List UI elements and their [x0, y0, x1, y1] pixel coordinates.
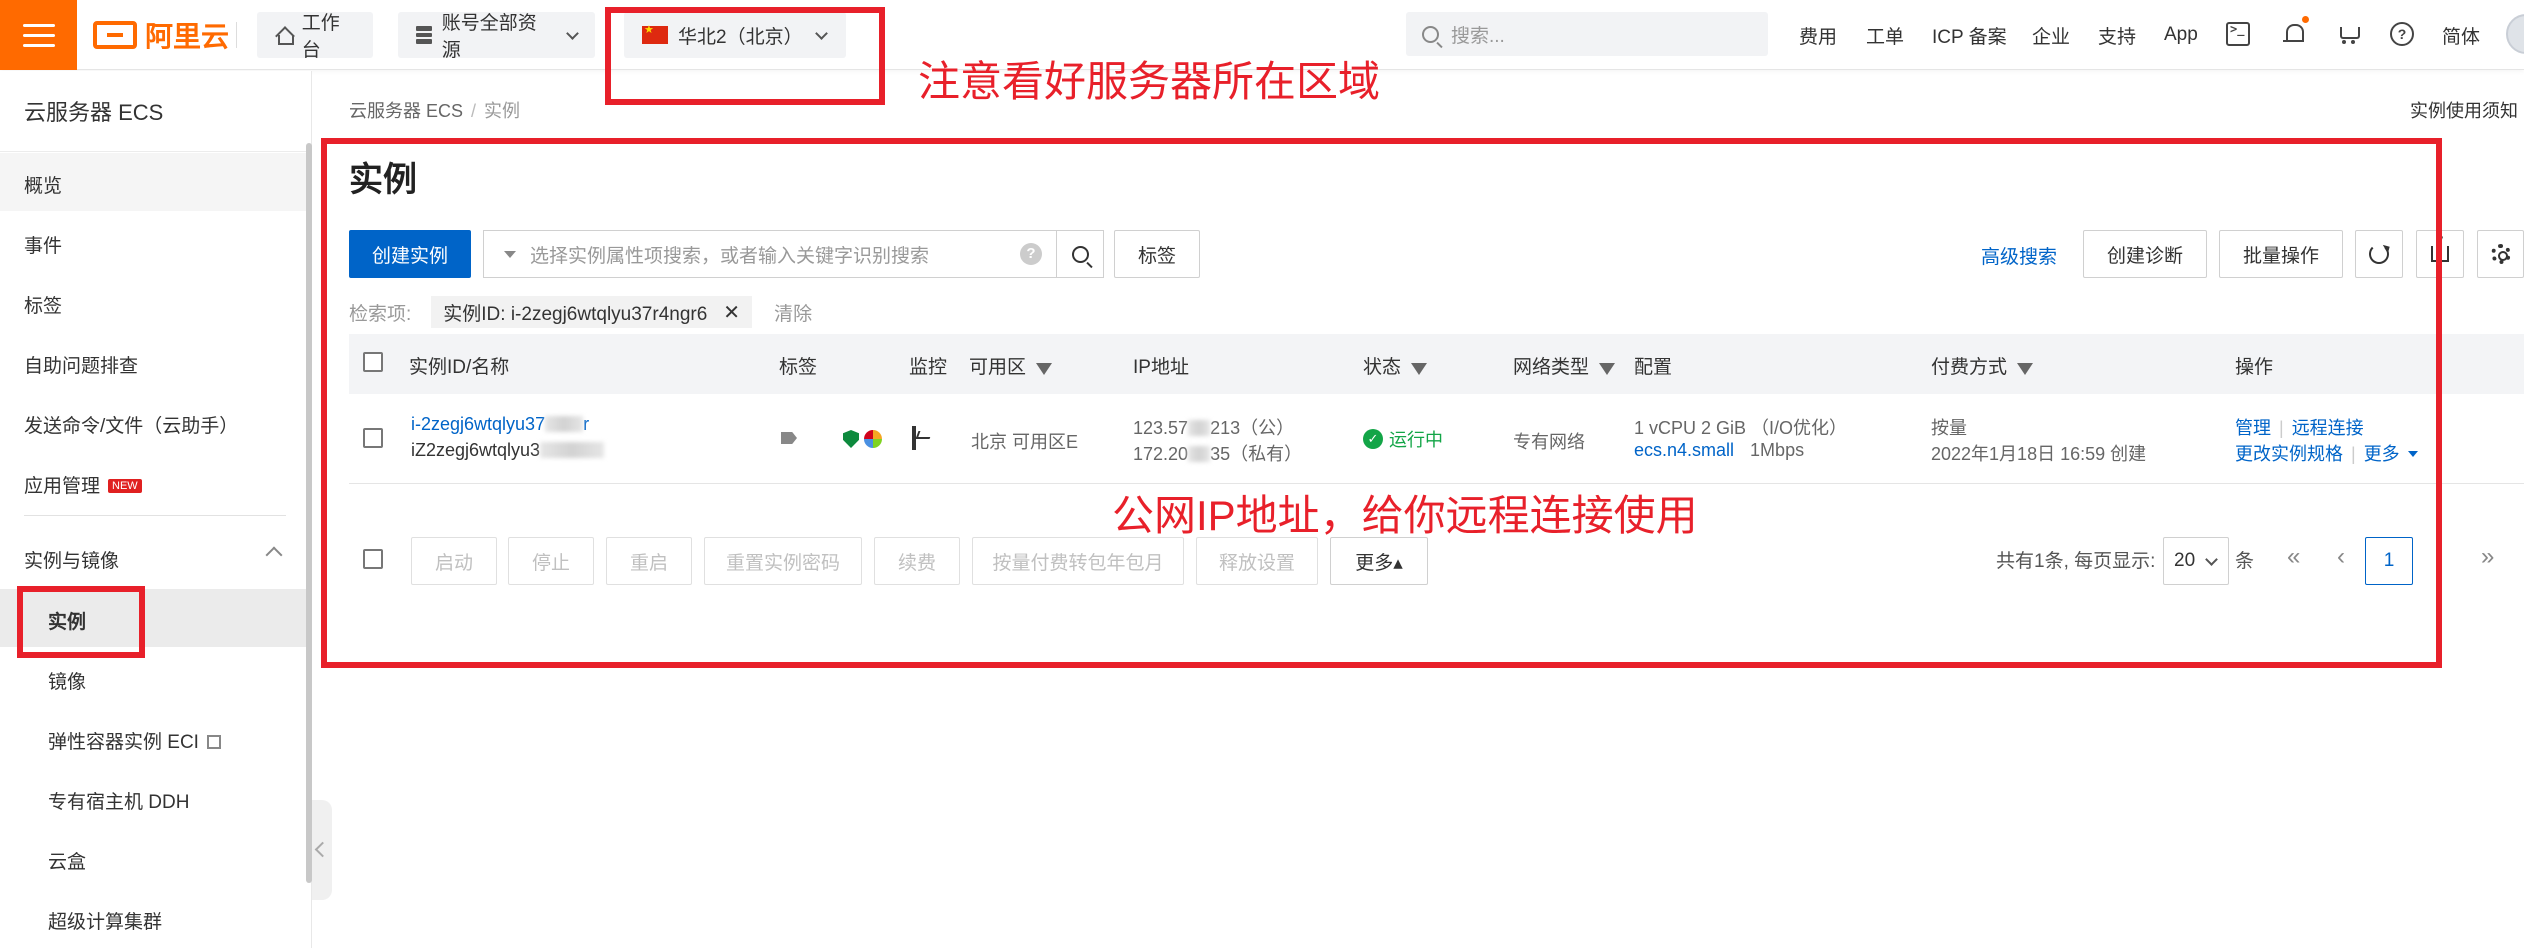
divider	[236, 22, 237, 48]
nav-tickets[interactable]: 工单	[1866, 0, 1904, 70]
breadcrumb-current: 实例	[484, 101, 521, 121]
nav-support[interactable]: 支持	[2098, 0, 2136, 70]
last-page-icon[interactable]: »	[2481, 543, 2494, 571]
menu-icon[interactable]	[0, 0, 77, 70]
sidebar-collapse-handle[interactable]	[312, 800, 332, 900]
sidebar: 云服务器 ECS 概览 事件 标签 自助问题排查 发送命令/文件（云助手） 应用…	[0, 71, 312, 948]
sidebar-item-self-diagnosis[interactable]: 自助问题排查	[24, 351, 138, 378]
resource-scope-label: 账号全部资源	[441, 13, 537, 61]
chevron-down-icon	[566, 26, 579, 40]
notification-dot	[2302, 16, 2309, 23]
nav-billing[interactable]: 费用	[1799, 0, 1837, 70]
region-highlight-box	[605, 7, 885, 105]
logo-mark-icon	[93, 21, 137, 49]
region-annotation: 注意看好服务器所在区域	[918, 58, 1381, 105]
instances-menu-highlight-box	[17, 586, 145, 658]
resource-scope-dropdown[interactable]: 账号全部资源	[398, 12, 595, 61]
sidebar-scrollbar[interactable]	[306, 143, 312, 883]
nav-app[interactable]: App	[2164, 0, 2198, 70]
terminal-icon[interactable]	[2226, 22, 2250, 46]
sidebar-item-events[interactable]: 事件	[24, 231, 62, 258]
sidebar-group-instances-images[interactable]: 实例与镜像	[24, 546, 119, 573]
logo[interactable]: 阿里云	[93, 17, 229, 53]
global-search-input[interactable]: 搜索...	[1406, 12, 1768, 56]
workbench-button[interactable]: 工作台	[257, 12, 373, 61]
instance-highlight-box	[321, 138, 2442, 668]
sidebar-item-app-management[interactable]: 应用管理 NEW	[24, 471, 142, 498]
sidebar-item-eci[interactable]: 弹性容器实例 ECI	[48, 727, 221, 754]
nav-icp[interactable]: ICP 备案	[1932, 0, 2007, 70]
sidebar-item-images[interactable]: 镜像	[48, 667, 86, 694]
sidebar-title: 云服务器 ECS	[24, 100, 164, 125]
search-placeholder: 搜索...	[1451, 25, 1505, 47]
divider	[24, 515, 286, 516]
language-switch[interactable]: 简体	[2442, 0, 2480, 70]
breadcrumb: 云服务器 ECS / 实例	[349, 101, 521, 121]
sidebar-item-overview[interactable]: 概览	[24, 171, 62, 198]
server-icon	[416, 26, 432, 45]
external-link-icon	[206, 735, 221, 749]
workbench-label: 工作台	[301, 13, 340, 61]
logo-text: 阿里云	[145, 21, 230, 52]
sidebar-item-label: 应用管理	[24, 476, 101, 497]
sidebar-item-label: 弹性容器实例 ECI	[48, 732, 199, 753]
sidebar-item-cloudbox[interactable]: 云盒	[48, 847, 86, 874]
sidebar-item-cloud-assistant[interactable]: 发送命令/文件（云助手）	[24, 411, 238, 438]
sidebar-item-scc[interactable]: 超级计算集群	[48, 907, 162, 934]
sidebar-item-ddh[interactable]: 专有宿主机 DDH	[48, 787, 189, 814]
instance-notice-link[interactable]: 实例使用须知	[2410, 97, 2518, 123]
new-badge: NEW	[108, 479, 142, 493]
breadcrumb-ecs[interactable]: 云服务器 ECS	[349, 101, 463, 121]
search-icon	[1422, 25, 1439, 43]
ip-annotation: 公网IP地址，给你远程连接使用	[1112, 492, 1698, 539]
avatar[interactable]	[2506, 14, 2524, 54]
sidebar-item-tags[interactable]: 标签	[24, 291, 62, 318]
bell-icon[interactable]	[2282, 22, 2306, 46]
divider	[0, 151, 312, 152]
chevron-up-icon[interactable]	[265, 546, 283, 564]
home-icon	[275, 27, 294, 45]
nav-enterprise[interactable]: 企业	[2032, 0, 2070, 70]
settings-button[interactable]	[2477, 230, 2524, 278]
gear-icon	[2490, 244, 2511, 264]
help-icon[interactable]: ?	[2390, 22, 2414, 46]
cart-icon[interactable]	[2336, 22, 2360, 46]
